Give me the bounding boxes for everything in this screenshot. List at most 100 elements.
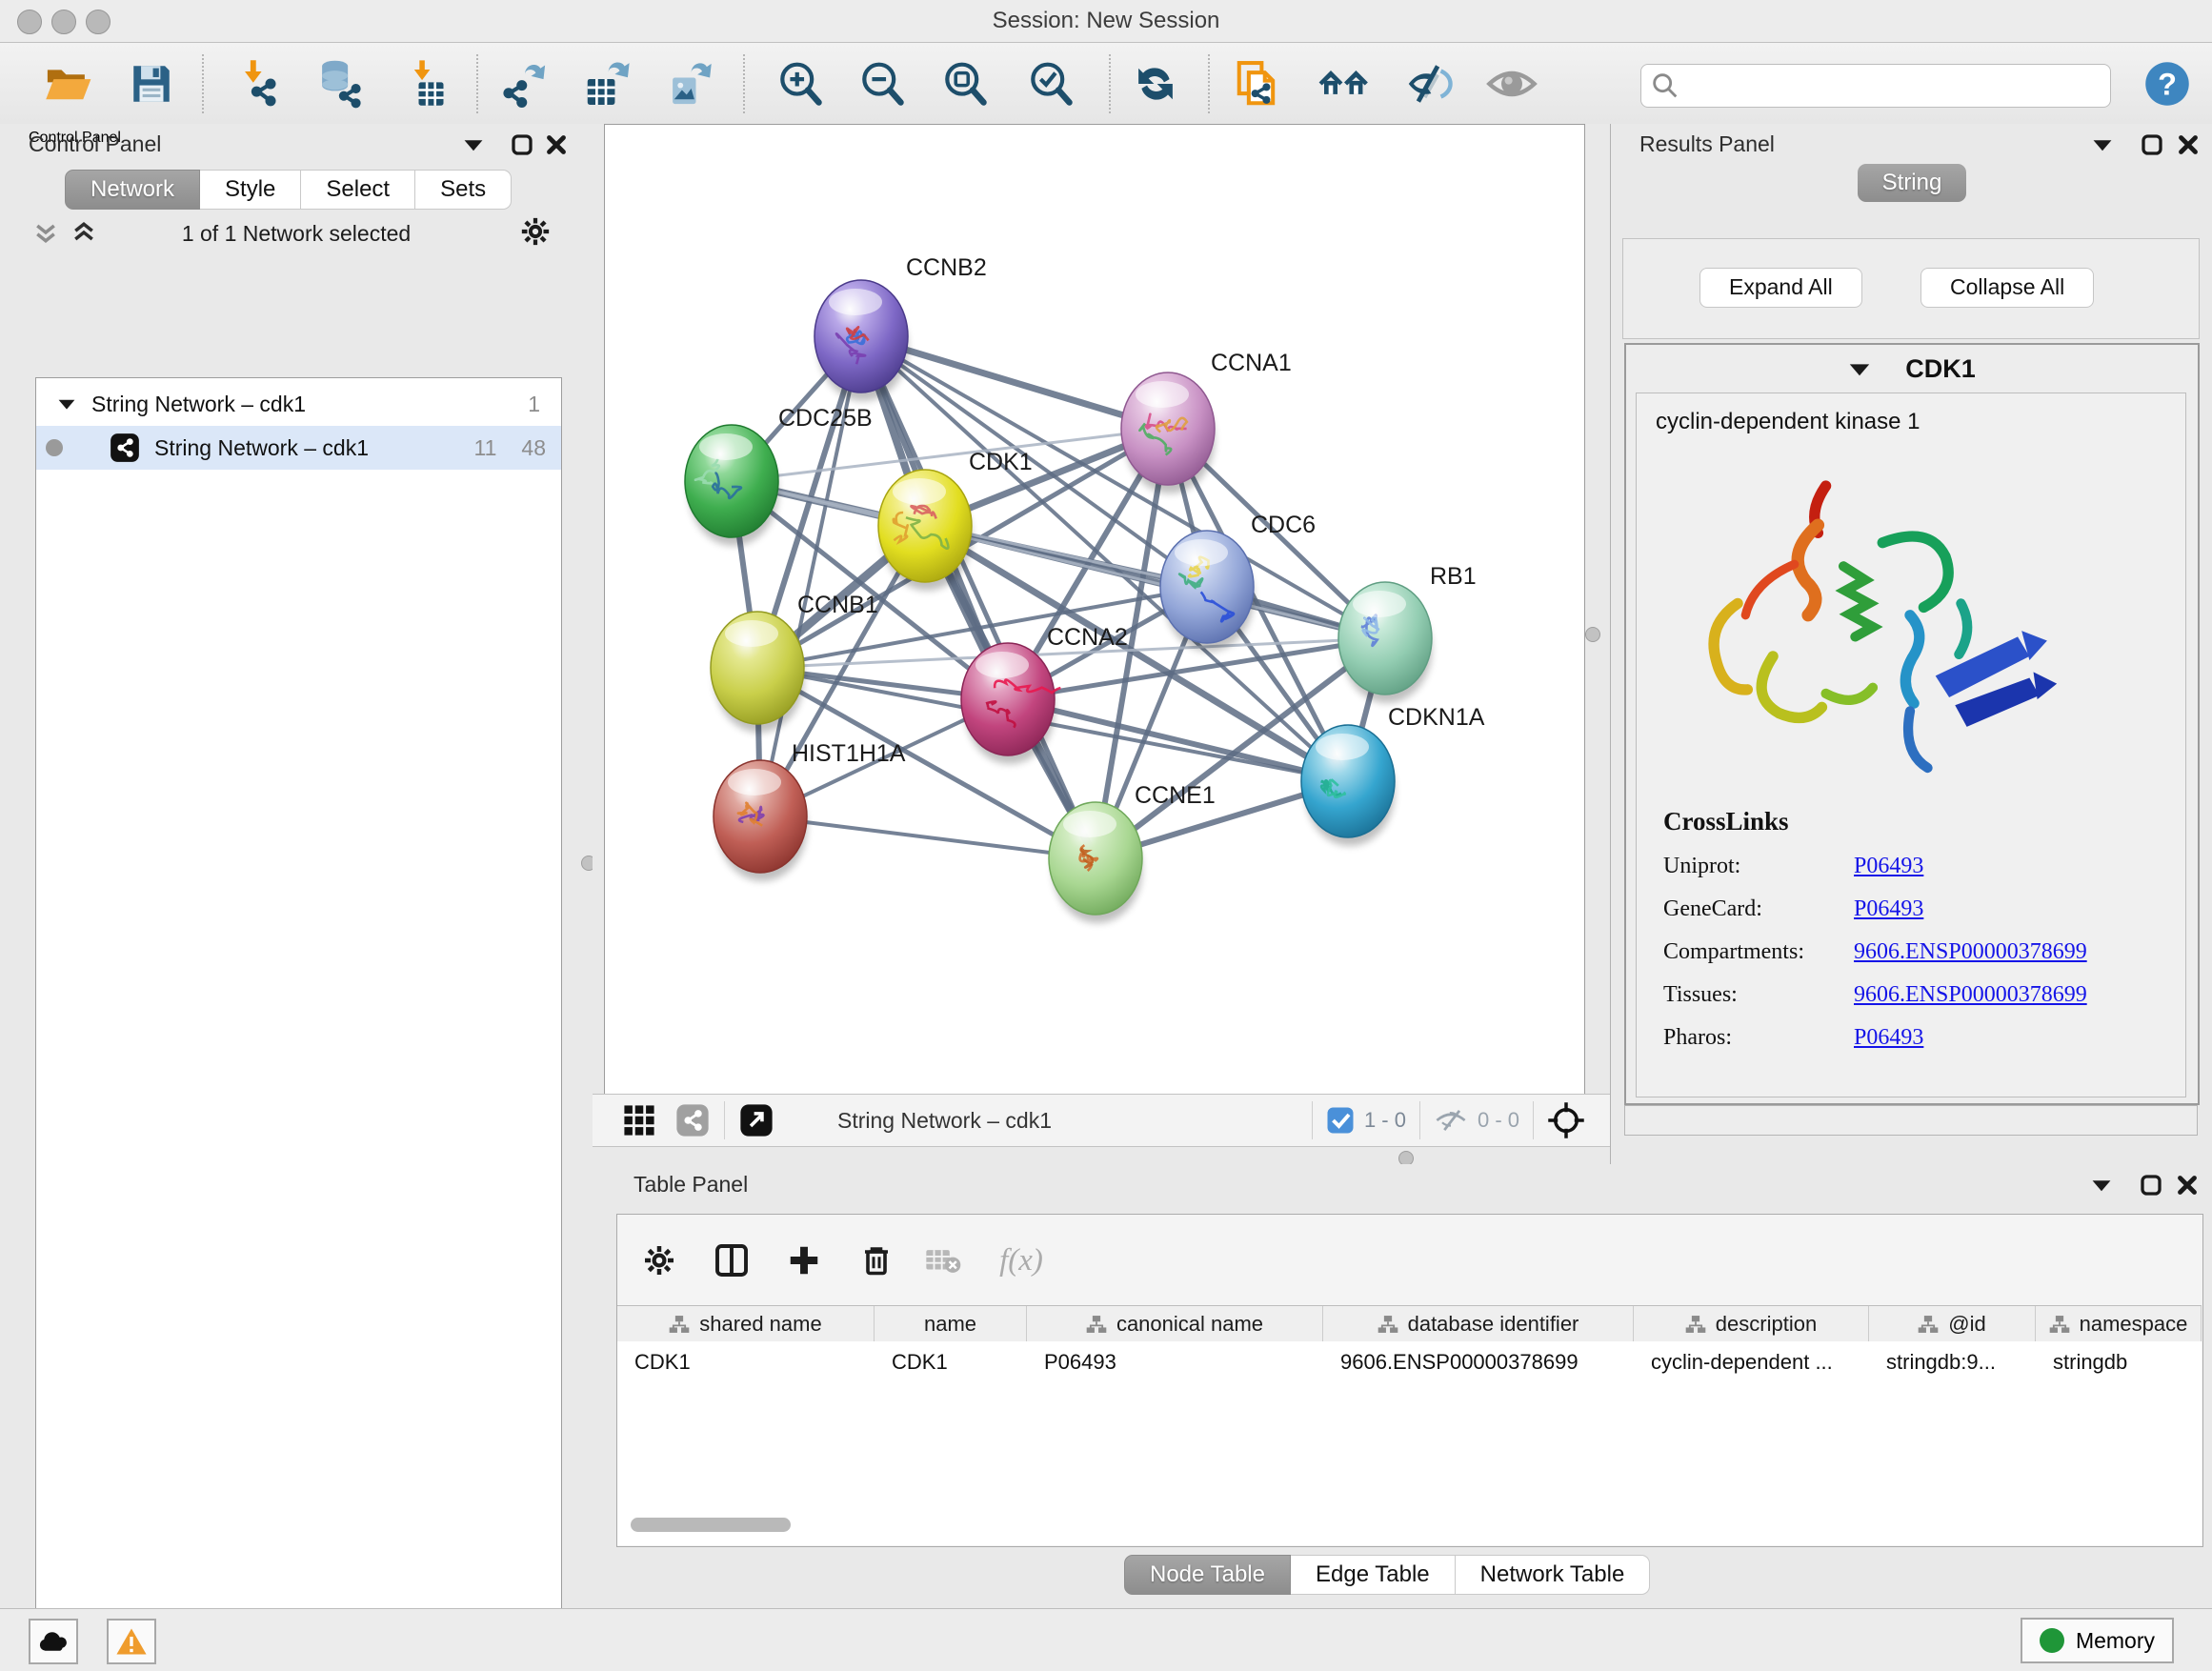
memory-button[interactable]: Memory <box>2021 1618 2174 1663</box>
network-collection-row[interactable]: String Network – cdk1 1 <box>36 382 561 426</box>
panel-close-button[interactable] <box>545 133 568 156</box>
create-column-button[interactable] <box>779 1236 829 1285</box>
crosslink-link[interactable]: 9606.ENSP00000378699 <box>1854 939 2087 965</box>
open-in-window-button[interactable] <box>738 1102 774 1138</box>
edge-HIST1H1A-CCNE1[interactable] <box>760 816 1096 858</box>
collapse-triangle-icon[interactable] <box>1848 361 1871 377</box>
results-scroll-strip[interactable] <box>1624 1105 2198 1136</box>
panel-menu-button[interactable] <box>2091 1178 2112 1193</box>
tab-network-table[interactable]: Network Table <box>1456 1555 1651 1595</box>
search-field[interactable] <box>1640 64 2111 108</box>
panel-menu-button[interactable] <box>463 137 484 152</box>
selected-checkbox-icon[interactable] <box>1326 1106 1355 1135</box>
table-row[interactable]: CDK1CDK1P064939606.ENSP00000378699cyclin… <box>617 1341 2202 1383</box>
tab-node-table[interactable]: Node Table <box>1124 1555 1291 1595</box>
close-window-button[interactable] <box>17 10 42 34</box>
table-cell[interactable]: P06493 <box>1027 1341 1323 1383</box>
column-header-canonical-name[interactable]: canonical name <box>1027 1306 1323 1342</box>
column-header-label: name <box>924 1312 976 1337</box>
hide-graphics-details-button[interactable] <box>1400 56 1456 111</box>
import-table-button[interactable] <box>397 56 452 111</box>
zoom-window-button[interactable] <box>86 10 111 34</box>
save-session-button[interactable] <box>124 56 179 111</box>
column-header-database-identifier[interactable]: database identifier <box>1323 1306 1634 1342</box>
trash-icon <box>859 1243 894 1278</box>
panel-float-button[interactable] <box>2140 1174 2162 1197</box>
minimize-window-button[interactable] <box>51 10 76 34</box>
table-cell[interactable]: CDK1 <box>875 1341 1027 1383</box>
function-builder-button[interactable]: f(x) <box>996 1236 1046 1285</box>
external-link-icon <box>738 1102 774 1138</box>
show-graphics-details-button[interactable] <box>1484 56 1539 111</box>
network-share-toggle-button[interactable] <box>674 1102 711 1138</box>
import-network-file-button[interactable] <box>231 56 286 111</box>
cloud-status-button[interactable] <box>29 1619 78 1664</box>
zoom-fit-icon <box>940 59 990 109</box>
birdseye-toggle-button[interactable] <box>623 1104 655 1137</box>
right-splitter-handle[interactable] <box>1585 627 1600 642</box>
hidden-counts: 0 - 0 <box>1478 1108 1519 1133</box>
tab-network[interactable]: Network <box>65 170 200 210</box>
fit-selected-button[interactable] <box>1547 1101 1585 1139</box>
network-canvas[interactable]: CCNB2CCNA1CDC25BCDK1CDC6RB1CCNB1CCNA2CDK… <box>604 124 1585 1096</box>
column-header--id[interactable]: @id <box>1869 1306 2036 1342</box>
node-label-HIST1H1A: HIST1H1A <box>792 740 906 767</box>
crosslink-link[interactable]: P06493 <box>1854 1025 1923 1051</box>
zoom-fit-button[interactable] <box>937 56 993 111</box>
panel-menu-button[interactable] <box>2092 137 2113 152</box>
delete-table-button[interactable] <box>918 1236 968 1285</box>
zoom-in-button[interactable] <box>773 56 828 111</box>
table-cell[interactable]: stringdb:9... <box>1869 1341 2036 1383</box>
table-options-gear-button[interactable] <box>634 1236 684 1285</box>
apply-layout-button[interactable] <box>1128 56 1183 111</box>
import-network-icon <box>233 59 283 109</box>
show-columns-button[interactable] <box>707 1236 756 1285</box>
tab-style[interactable]: Style <box>200 170 301 210</box>
delete-column-button[interactable] <box>852 1236 901 1285</box>
table-cell[interactable]: 9606.ENSP00000378699 <box>1323 1341 1634 1383</box>
collapse-triangle-icon[interactable] <box>57 397 76 411</box>
help-button[interactable]: ? <box>2140 56 2195 111</box>
column-header-namespace[interactable]: namespace <box>2036 1306 2202 1342</box>
import-database-icon <box>312 58 364 110</box>
crosslink-label: Uniprot: <box>1663 854 1854 879</box>
tab-sets[interactable]: Sets <box>415 170 512 210</box>
panel-float-button[interactable] <box>511 133 533 156</box>
panel-close-button[interactable] <box>2176 1174 2199 1197</box>
table-cell[interactable]: CDK1 <box>617 1341 875 1383</box>
column-header-shared-name[interactable]: shared name <box>617 1306 875 1342</box>
show-all-networks-button[interactable] <box>1317 56 1372 111</box>
control-panel: Control Panel Control Panel Network Styl… <box>0 124 593 1608</box>
table-cell[interactable]: stringdb <box>2036 1341 2202 1383</box>
protein-section-header[interactable]: CDK1 <box>1626 345 2198 393</box>
collapse-all-button[interactable]: Collapse All <box>1920 268 2094 308</box>
tab-string[interactable]: String <box>1858 164 1967 202</box>
horizontal-scrollbar-thumb[interactable] <box>631 1518 791 1532</box>
network-options-gear-button[interactable] <box>519 215 552 248</box>
clone-network-button[interactable] <box>1231 56 1286 111</box>
tab-edge-table[interactable]: Edge Table <box>1291 1555 1456 1595</box>
panel-close-button[interactable] <box>2177 133 2200 156</box>
crosslink-link[interactable]: P06493 <box>1854 896 1923 922</box>
export-image-button[interactable] <box>662 56 717 111</box>
network-row-selected[interactable]: String Network – cdk1 11 48 <box>36 426 561 470</box>
warning-status-button[interactable] <box>107 1619 156 1664</box>
expand-all-button[interactable]: Expand All <box>1699 268 1862 308</box>
zoom-out-button[interactable] <box>855 56 910 111</box>
tab-select[interactable]: Select <box>301 170 415 210</box>
export-network-button[interactable] <box>497 56 553 111</box>
open-session-button[interactable] <box>40 56 95 111</box>
toolbar-separator <box>743 54 745 113</box>
search-input[interactable] <box>1689 72 2110 99</box>
panel-float-button[interactable] <box>2141 133 2163 156</box>
export-table-button[interactable] <box>579 56 634 111</box>
crosslink-link[interactable]: P06493 <box>1854 854 1923 879</box>
hidden-eye-icon[interactable] <box>1434 1106 1468 1135</box>
column-header-description[interactable]: description <box>1634 1306 1869 1342</box>
import-network-database-button[interactable] <box>311 56 366 111</box>
edge-CCNB2-CCNE1[interactable] <box>861 336 1096 858</box>
zoom-selected-button[interactable] <box>1023 56 1078 111</box>
column-header-name[interactable]: name <box>875 1306 1027 1342</box>
crosslink-link[interactable]: 9606.ENSP00000378699 <box>1854 982 2087 1008</box>
table-cell[interactable]: cyclin-dependent ... <box>1634 1341 1869 1383</box>
